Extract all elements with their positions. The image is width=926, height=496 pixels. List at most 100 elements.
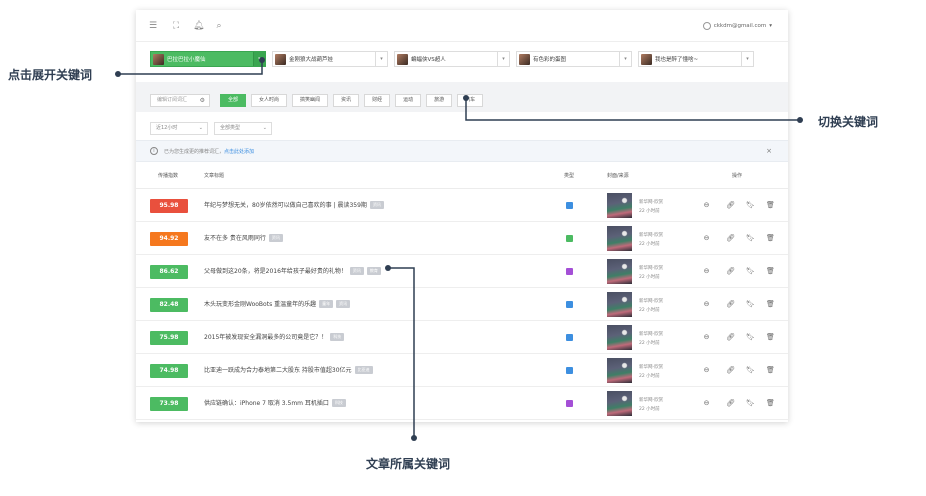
keyword-tag[interactable]: 科技 (330, 332, 345, 341)
bookmark-icon[interactable]: 🔖︎ (746, 234, 755, 243)
keyword-select[interactable]: 有色彩的蛋图 ▾ (516, 51, 632, 67)
trash-icon[interactable]: 🗑︎ (766, 333, 775, 342)
category-tab[interactable]: 搞笑幽闻 (292, 94, 329, 107)
menu-icon[interactable]: ☰ (148, 21, 158, 31)
keyword-tag[interactable]: 资讯 (349, 266, 364, 275)
trash-icon[interactable]: 🗑︎ (766, 267, 775, 276)
keyword-select[interactable]: 我也是醉了懂啥~ ▾ (638, 51, 754, 67)
cover-thumbnail[interactable] (607, 226, 632, 251)
table-row[interactable]: 75.98 2015年被发现安全漏洞最多的公司竟是它？！ 科技 新华网-欣赏 22 小时… (136, 322, 788, 354)
trash-icon[interactable]: 🗑︎ (766, 300, 775, 309)
table-row[interactable]: 74.98 比亚迪一跃成为合力泰地第二大股东 持股市值超30亿元 比亚迪 新华网-欣赏… (136, 355, 788, 387)
search-icon[interactable]: ⌕ (214, 21, 224, 31)
bell-icon[interactable]: 🔔︎ (193, 21, 204, 31)
article-title[interactable]: 供应链确认：iPhone 7 取消 3.5mm 耳机插口 科技 (204, 398, 346, 407)
trash-icon[interactable]: 🗑︎ (766, 234, 775, 243)
table-row[interactable]: 95.98 年纪与梦想无关，80岁依然可以做自己喜欢的事 | 晨读359期 资讯 新华… (136, 190, 788, 222)
bookmark-icon[interactable]: 🔖︎ (746, 399, 755, 408)
link-icon[interactable]: 🔗︎ (726, 300, 735, 309)
keyword-tag[interactable]: 资讯 (336, 299, 351, 308)
article-title-text[interactable]: 友不在多 贵在风雨同行 (204, 233, 266, 242)
link-icon[interactable]: 🔗︎ (726, 399, 735, 408)
link-icon[interactable]: 🔗︎ (726, 234, 735, 243)
keyword-edit-input[interactable]: 编辑订阅词汇 ⚙ (150, 94, 210, 107)
category-tab[interactable]: 资讯 (333, 94, 360, 107)
time-select[interactable]: 近12小时 ⌄ (150, 122, 208, 135)
keyword-tag[interactable]: 科技 (331, 398, 346, 407)
article-title[interactable]: 父母做到这20条，将是2016年给孩子最好贵的礼物！ 资讯 教育 (204, 266, 381, 275)
article-title-text[interactable]: 2015年被发现安全漏洞最多的公司竟是它？！ (204, 332, 327, 341)
bookmark-icon[interactable]: 🔖︎ (746, 333, 755, 342)
article-title[interactable]: 2015年被发现安全漏洞最多的公司竟是它？！ 科技 (204, 332, 345, 341)
table-row[interactable]: 94.92 友不在多 贵在风雨同行 资讯 新华网-欣赏 22 小时前 ⊖ 🔗︎ 🔖︎ 🗑︎ (136, 223, 788, 255)
category-tab[interactable]: 运动 (395, 94, 422, 107)
article-title-text[interactable]: 供应链确认：iPhone 7 取消 3.5mm 耳机插口 (204, 398, 329, 407)
category-tab[interactable]: 财经 (364, 94, 391, 107)
bookmark-icon[interactable]: 🔖︎ (746, 366, 755, 375)
type-select[interactable]: 全部类型 ⌄ (214, 122, 272, 135)
link-icon[interactable]: 🔗︎ (726, 267, 735, 276)
keyword-tag[interactable]: 比亚迪 (354, 365, 373, 374)
cover-thumbnail[interactable] (607, 391, 632, 416)
globe-icon[interactable]: ⊖ (702, 234, 711, 243)
trash-icon[interactable]: 🗑︎ (766, 201, 775, 210)
link-icon[interactable]: 🔗︎ (726, 366, 735, 375)
keyword-select[interactable]: 金刚狼大战葫芦娃 ▾ (272, 51, 388, 67)
cover-thumbnail[interactable] (607, 325, 632, 350)
keyword-select[interactable]: 巴拉巴拉小魔仙▾ (150, 51, 266, 67)
user-menu[interactable]: ckkdm@gmail.com ▾ (702, 21, 772, 31)
source-info: 新华网-欣赏 22 小时前 (639, 264, 663, 282)
category-tab[interactable]: 全部 (220, 94, 247, 107)
chevron-down-icon: ▾ (769, 23, 772, 29)
article-title[interactable]: 比亚迪一跃成为合力泰地第二大股东 持股市值超30亿元 比亚迪 (204, 365, 373, 374)
chevron-down-icon[interactable]: ▾ (375, 52, 387, 66)
globe-icon[interactable]: ⊖ (702, 333, 711, 342)
trash-icon[interactable]: 🗑︎ (766, 399, 775, 408)
bookmark-icon[interactable]: 🔖︎ (746, 201, 755, 210)
keyword-select[interactable]: 蝙蝠侠VS超人 ▾ (394, 51, 510, 67)
table-header: 传播指数 文章标题 类型 封面/来源 操作 (136, 163, 788, 189)
article-title-text[interactable]: 比亚迪一跃成为合力泰地第二大股东 持股市值超30亿元 (204, 365, 352, 374)
notice-message: 已为您生成更的推荐词汇， (164, 149, 225, 155)
table-row[interactable]: 86.62 父母做到这20条，将是2016年给孩子最好贵的礼物！ 资讯 教育 新华网-欣… (136, 256, 788, 288)
table-row[interactable]: 73.98 供应链确认：iPhone 7 取消 3.5mm 耳机插口 科技 新华网-欣… (136, 388, 788, 420)
article-title[interactable]: 友不在多 贵在风雨同行 资讯 (204, 233, 283, 242)
expand-icon[interactable]: ⛶ (171, 21, 181, 31)
article-title[interactable]: 年纪与梦想无关，80岁依然可以做自己喜欢的事 | 晨读359期 资讯 (204, 200, 384, 209)
link-icon[interactable]: 🔗︎ (726, 201, 735, 210)
chevron-down-icon[interactable]: ▾ (741, 52, 753, 66)
article-title-text[interactable]: 父母做到这20条，将是2016年给孩子最好贵的礼物！ (204, 266, 347, 275)
keyword-label: 蝙蝠侠VS超人 (411, 57, 446, 63)
article-title-text[interactable]: 木头玩变形金刚WooBots 重温童年的乐趣 (204, 299, 316, 308)
globe-icon[interactable]: ⊖ (702, 399, 711, 408)
bookmark-icon[interactable]: 🔖︎ (746, 267, 755, 276)
article-title[interactable]: 木头玩变形金刚WooBots 重温童年的乐趣 童年 资讯 (204, 299, 351, 308)
keyword-tag[interactable]: 教育 (366, 266, 381, 275)
cover-thumbnail[interactable] (607, 193, 632, 218)
globe-icon[interactable]: ⊖ (702, 267, 711, 276)
link-icon[interactable]: 🔗︎ (726, 333, 735, 342)
article-title-text[interactable]: 年纪与梦想无关，80岁依然可以做自己喜欢的事 | 晨读359期 (204, 200, 367, 209)
bookmark-icon[interactable]: 🔖︎ (746, 300, 755, 309)
category-tab[interactable]: 旅游 (426, 94, 453, 107)
keyword-tag[interactable]: 资讯 (268, 233, 283, 242)
keyword-tag[interactable]: 资讯 (369, 200, 384, 209)
table-row[interactable]: 82.48 木头玩变形金刚WooBots 重温童年的乐趣 童年 资讯 新华网-欣赏 22 … (136, 289, 788, 321)
category-tab[interactable]: 汽车 (457, 94, 484, 107)
close-icon[interactable]: × (766, 147, 772, 155)
trash-icon[interactable]: 🗑︎ (766, 366, 775, 375)
source-info: 新华网-欣赏 22 小时前 (639, 231, 663, 249)
chevron-down-icon[interactable]: ▾ (619, 52, 631, 66)
gear-icon[interactable]: ⚙ (200, 95, 205, 106)
globe-icon[interactable]: ⊖ (702, 300, 711, 309)
globe-icon[interactable]: ⊖ (702, 201, 711, 210)
header-score[interactable]: 传播指数 (158, 172, 178, 179)
cover-thumbnail[interactable] (607, 259, 632, 284)
notice-add-link[interactable]: 点击此处添加 (224, 149, 254, 155)
cover-thumbnail[interactable] (607, 292, 632, 317)
cover-thumbnail[interactable] (607, 358, 632, 383)
globe-icon[interactable]: ⊖ (702, 366, 711, 375)
category-tab[interactable]: 女人时尚 (251, 94, 288, 107)
chevron-down-icon[interactable]: ▾ (497, 52, 509, 66)
keyword-tag[interactable]: 童年 (319, 299, 334, 308)
